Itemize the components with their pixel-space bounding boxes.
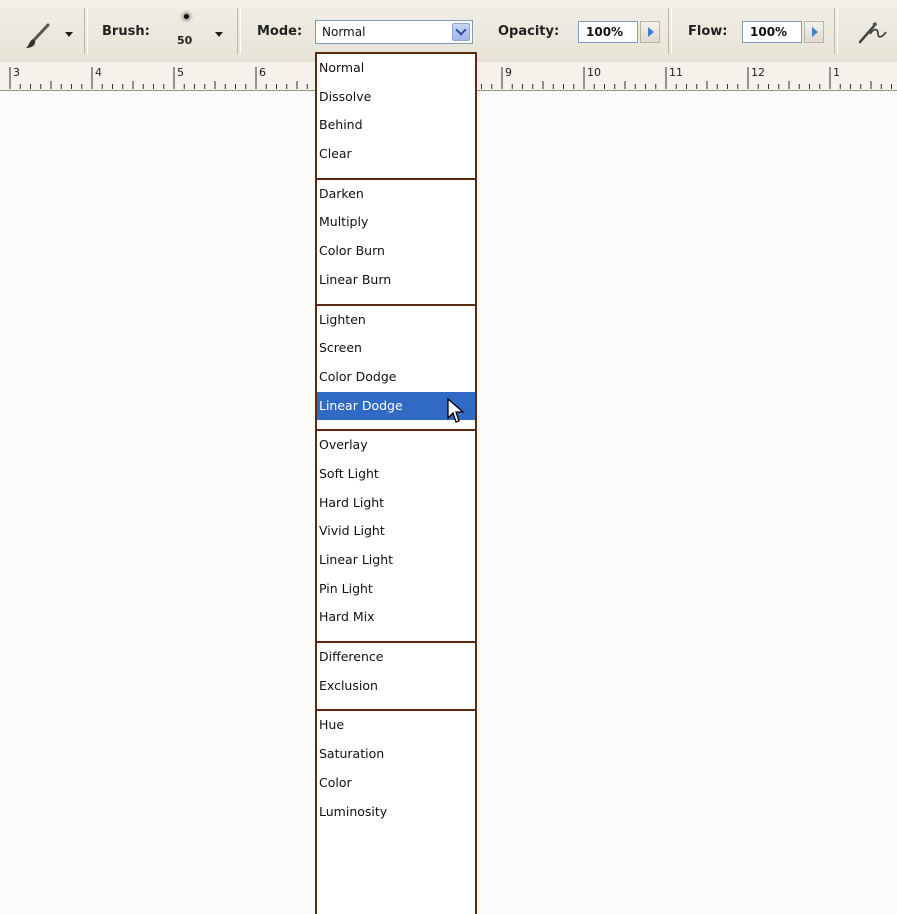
menu-item-hard-light[interactable]: Hard Light [317, 489, 475, 518]
divider [84, 8, 88, 54]
menu-group: Normal Dissolve Behind Clear [317, 54, 475, 180]
opacity-label: Opacity: [498, 24, 560, 39]
opacity-input[interactable]: 100% [578, 21, 638, 43]
menu-item-vivid-light[interactable]: Vivid Light [317, 517, 475, 546]
menu-item-darken[interactable]: Darken [317, 180, 475, 209]
menu-group: Difference Exclusion [317, 643, 475, 712]
menu-item-clear[interactable]: Clear [317, 140, 475, 169]
divider [237, 8, 241, 54]
brush-tool-icon[interactable] [24, 22, 52, 50]
menu-item-behind[interactable]: Behind [317, 111, 475, 140]
airbrush-icon[interactable] [856, 20, 888, 46]
mouse-pointer-icon [447, 398, 465, 423]
menu-item-exclusion[interactable]: Exclusion [317, 672, 475, 701]
brush-label: Brush: [102, 24, 150, 39]
flow-input[interactable]: 100% [742, 21, 802, 43]
menu-item-lighten[interactable]: Lighten [317, 306, 475, 335]
flow-label: Flow: [688, 24, 728, 39]
menu-item-soft-light[interactable]: Soft Light [317, 460, 475, 489]
opacity-slider-arrow-icon[interactable] [640, 21, 660, 43]
ruler-label: 4 [95, 66, 102, 79]
menu-item-pin-light[interactable]: Pin Light [317, 575, 475, 604]
menu-item-hue[interactable]: Hue [317, 711, 475, 740]
menu-group: Overlay Soft Light Hard Light Vivid Light Li… [317, 431, 475, 644]
menu-item-hard-mix[interactable]: Hard Mix [317, 603, 475, 632]
ruler-label: 3 [13, 66, 20, 79]
ruler-label: 6 [259, 66, 266, 79]
ruler-label: 12 [751, 66, 765, 79]
menu-item-luminosity[interactable]: Luminosity [317, 798, 475, 827]
menu-item-saturation[interactable]: Saturation [317, 740, 475, 769]
mode-select[interactable]: Normal [315, 20, 473, 44]
ruler-label: 11 [669, 66, 683, 79]
menu-group-spacer [317, 700, 475, 709]
tool-preset-caret-icon[interactable] [65, 32, 73, 37]
menu-group-spacer [317, 632, 475, 641]
menu-item-screen[interactable]: Screen [317, 334, 475, 363]
brush-size-value[interactable]: 50 [177, 34, 192, 47]
chevron-down-icon[interactable] [452, 23, 470, 41]
flow-slider-arrow-icon[interactable] [804, 21, 824, 43]
menu-item-linear-light[interactable]: Linear Light [317, 546, 475, 575]
menu-item-color-burn[interactable]: Color Burn [317, 237, 475, 266]
menu-group-spacer [317, 295, 475, 304]
mode-select-value: Normal [322, 25, 366, 39]
blend-mode-menu[interactable]: Normal Dissolve Behind Clear Darken Multiply C… [315, 52, 477, 914]
ruler-label: 10 [587, 66, 601, 79]
menu-group: Hue Saturation Color Luminosity [317, 711, 475, 826]
menu-item-color-dodge[interactable]: Color Dodge [317, 363, 475, 392]
ruler-label: 1 [833, 66, 840, 79]
menu-item-linear-burn[interactable]: Linear Burn [317, 266, 475, 295]
divider [834, 8, 838, 54]
brush-tip-preview-icon[interactable] [184, 14, 189, 19]
ruler-label: 5 [177, 66, 184, 79]
menu-item-color[interactable]: Color [317, 769, 475, 798]
divider [668, 8, 672, 54]
mode-label: Mode: [257, 24, 303, 39]
menu-item-multiply[interactable]: Multiply [317, 208, 475, 237]
menu-item-normal[interactable]: Normal [317, 54, 475, 83]
menu-item-overlay[interactable]: Overlay [317, 431, 475, 460]
brush-picker-caret-icon[interactable] [215, 32, 223, 37]
menu-item-difference[interactable]: Difference [317, 643, 475, 672]
menu-item-dissolve[interactable]: Dissolve [317, 83, 475, 112]
menu-group: Darken Multiply Color Burn Linear Burn [317, 180, 475, 306]
menu-group-spacer [317, 169, 475, 178]
ruler-label: 9 [505, 66, 512, 79]
